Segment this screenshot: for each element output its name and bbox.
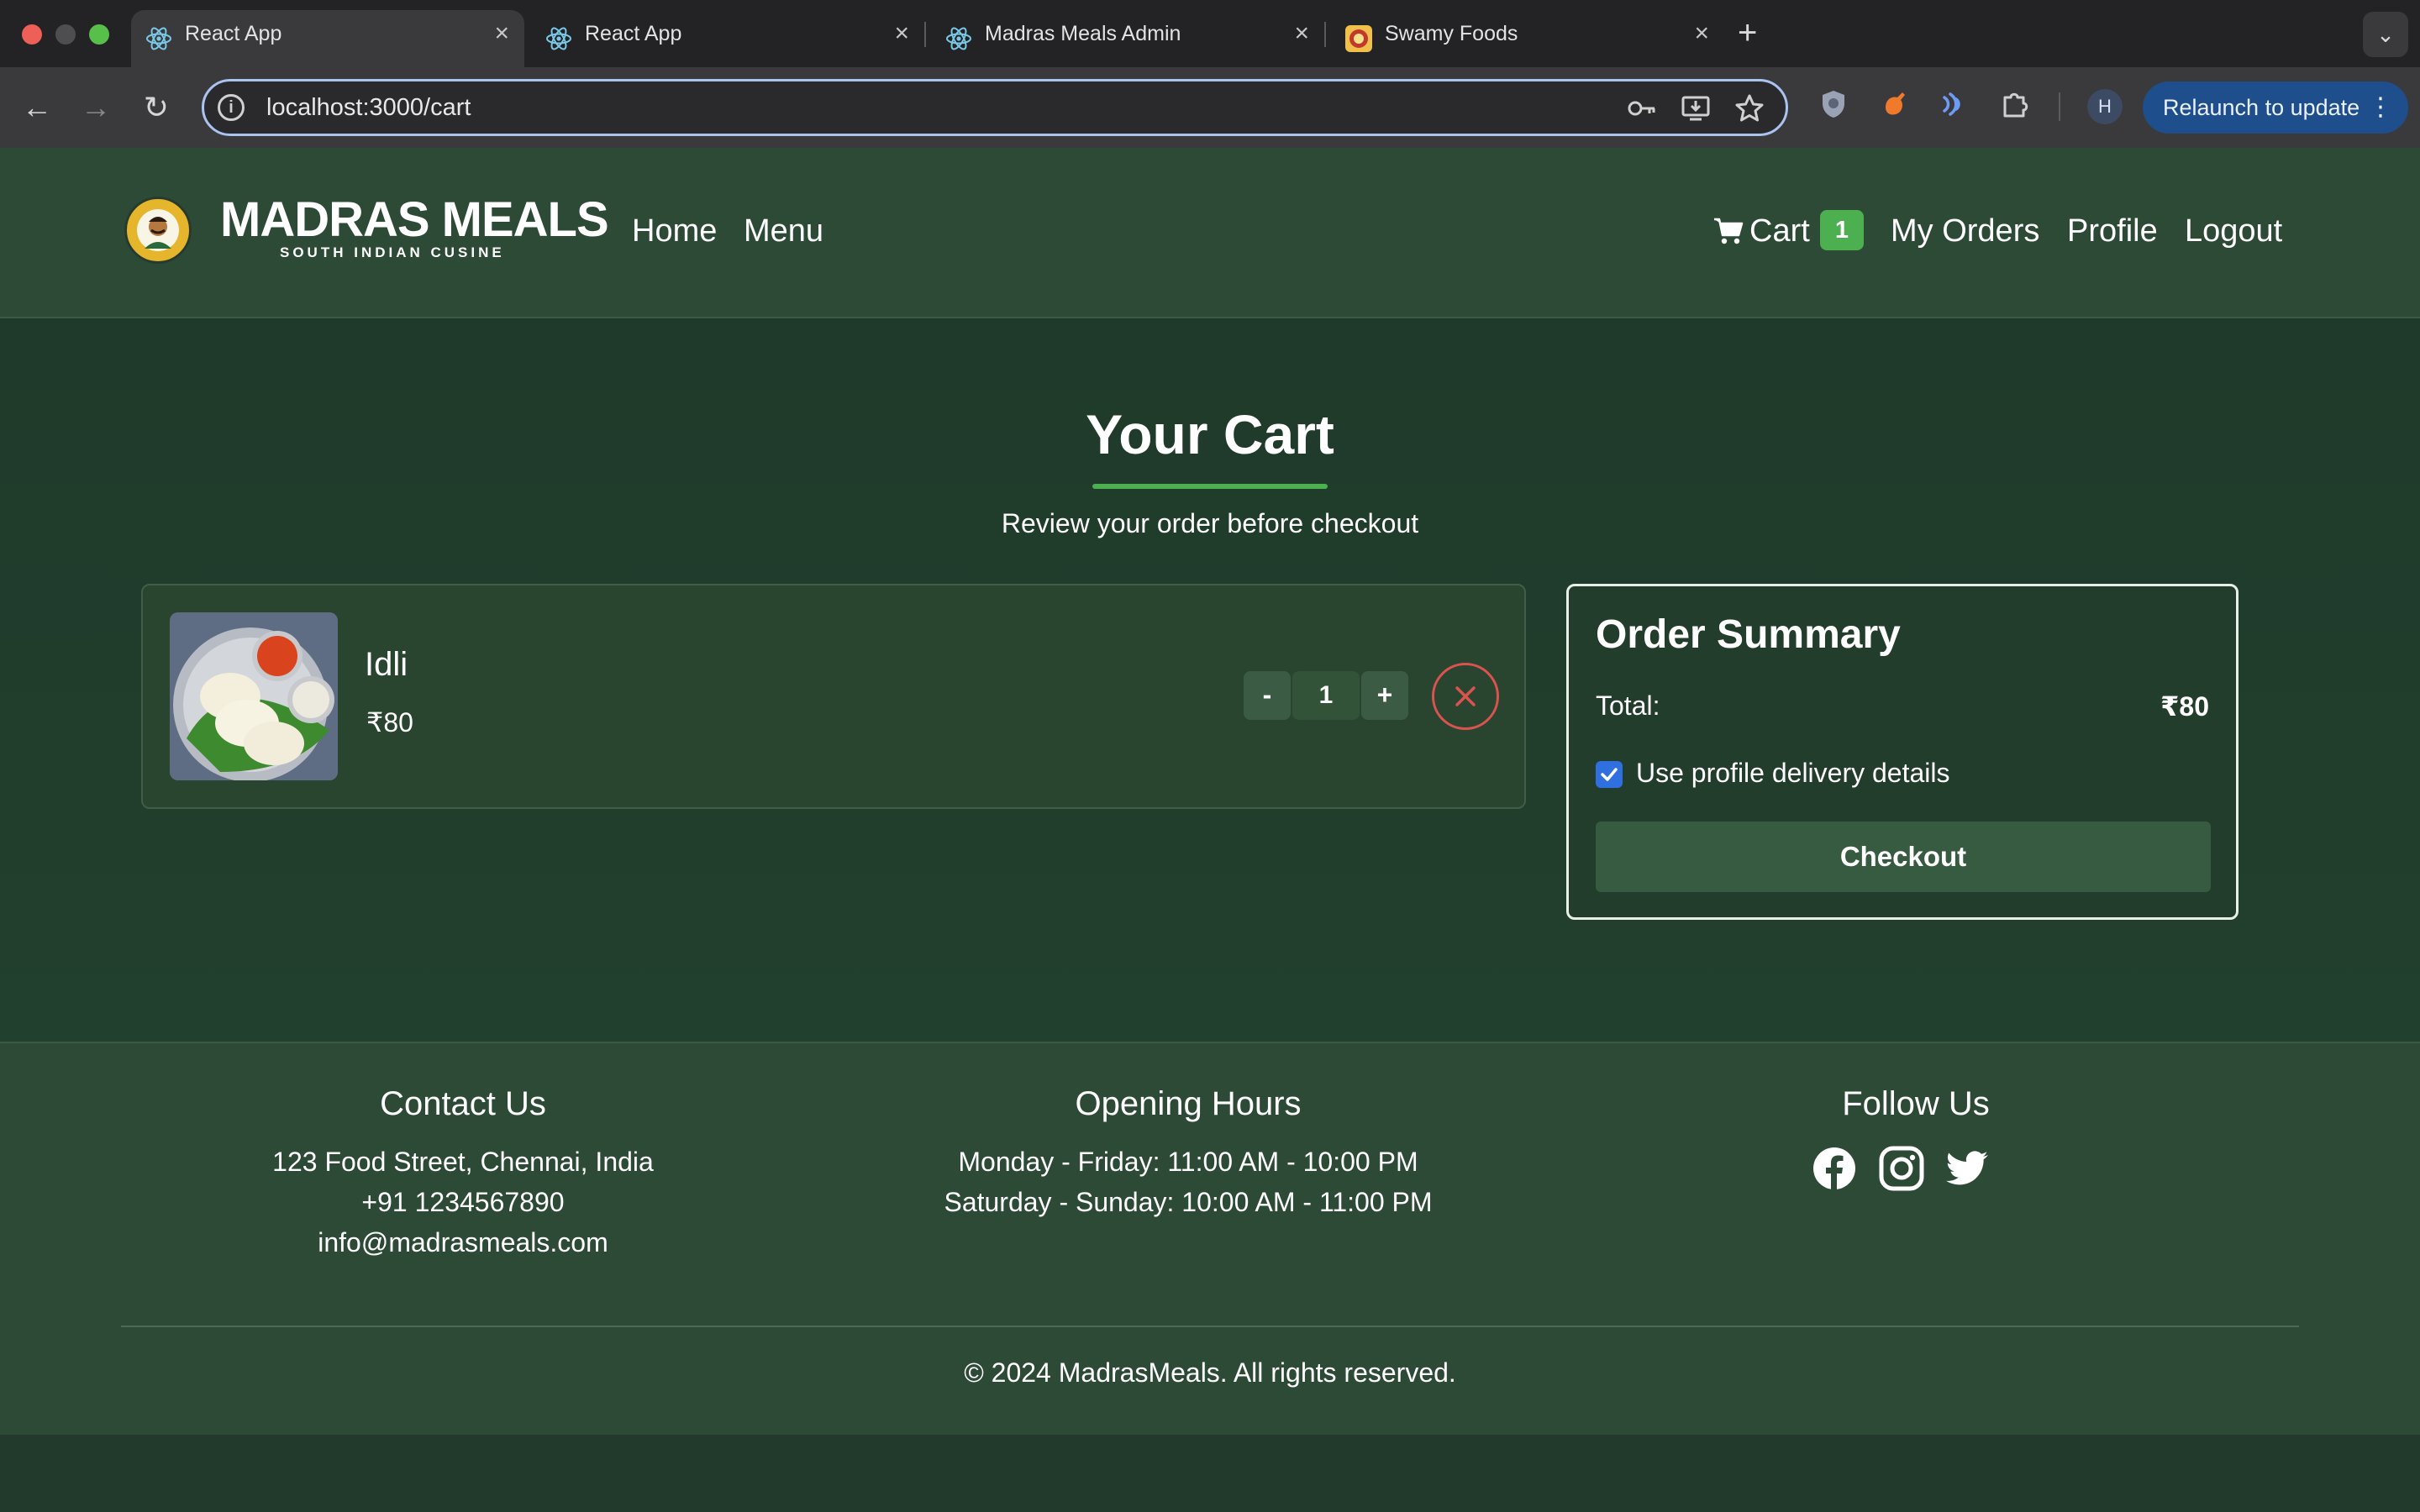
item-image (170, 612, 338, 780)
window-close-button[interactable] (22, 24, 42, 45)
tab-close-icon[interactable]: × (1294, 10, 1309, 57)
footer-follow: Follow Us (1748, 1085, 2084, 1142)
nav-link-logout[interactable]: Logout (2185, 213, 2282, 249)
more-menu-icon[interactable]: ⋮ (2368, 81, 2393, 134)
instagram-icon[interactable] (1879, 1146, 1924, 1191)
address-bar[interactable]: i localhost:3000/cart (202, 79, 1788, 136)
increment-button[interactable]: + (1361, 671, 1408, 720)
browser-tab-madras-meals-admin[interactable]: Madras Meals Admin × (931, 10, 1324, 67)
profile-avatar[interactable]: H (2087, 89, 2123, 124)
close-icon (1455, 686, 1476, 706)
bookmark-star-icon[interactable] (1733, 92, 1765, 124)
footer-heading-follow: Follow Us (1842, 1085, 1990, 1122)
summary-title: Order Summary (1596, 612, 1901, 657)
twitter-icon[interactable] (1946, 1146, 1991, 1191)
logo-title[interactable]: MADRAS MEALS (220, 192, 609, 248)
item-name: Idli (365, 646, 408, 683)
browser-tab-react-app-1[interactable]: React App × (131, 10, 524, 67)
tab-close-icon[interactable]: × (1694, 10, 1709, 57)
footer-heading-contact: Contact Us (380, 1085, 546, 1122)
page-bottom-area (0, 1435, 2420, 1512)
tab-close-icon[interactable]: × (894, 10, 909, 57)
page-subtitle: Review your order before checkout (1001, 508, 1419, 538)
chef-face-icon (145, 217, 171, 249)
order-summary: Order Summary Total: ₹80 Use profile del… (1566, 584, 2238, 920)
nav-link-home[interactable]: Home (632, 213, 717, 249)
footer-hours-weekday: Monday - Friday: 11:00 AM - 10:00 PM (958, 1147, 1418, 1177)
window-maximize-button[interactable] (89, 24, 109, 45)
quantity-stepper: - 1 + (1244, 671, 1408, 720)
footer-phone: +91 1234567890 (361, 1187, 565, 1217)
tab-title: React App (585, 22, 682, 45)
total-value: ₹80 (2160, 691, 2209, 722)
title-underline (1092, 484, 1328, 489)
idli-plate-image (170, 612, 338, 780)
site-footer: Contact Us 123 Food Street, Chennai, Ind… (0, 1042, 2420, 1435)
reload-button[interactable]: ↻ (134, 86, 178, 129)
shield-extension-icon[interactable] (1817, 87, 1850, 121)
back-button[interactable]: ← (15, 86, 59, 129)
swamy-foods-favicon (1345, 25, 1372, 52)
item-price: ₹80 (366, 707, 413, 738)
toolbar-separator (2059, 92, 2060, 121)
browser-tab-strip: React App × React App × Madras Meals Adm… (0, 0, 2420, 67)
tab-title: Madras Meals Admin (985, 22, 1181, 45)
total-label: Total: (1596, 690, 1660, 721)
tab-title: Swamy Foods (1385, 22, 1518, 45)
browser-tab-swamy-foods[interactable]: Swamy Foods × (1331, 10, 1724, 67)
use-profile-label[interactable]: Use profile delivery details (1636, 758, 1950, 789)
relaunch-label: Relaunch to update (2163, 95, 2360, 120)
extensions-puzzle-icon[interactable] (1998, 87, 2032, 121)
tab-search-button[interactable]: ⌄ (2363, 12, 2408, 57)
footer-hours-weekend: Saturday - Sunday: 10:00 AM - 11:00 PM (944, 1187, 1433, 1217)
url-text[interactable]: localhost:3000/cart (266, 81, 471, 134)
window-minimize-button[interactable] (55, 24, 76, 45)
cart-icon[interactable] (1712, 215, 1744, 247)
cart-main: Your Cart Review your order before check… (0, 318, 2420, 1042)
copyright: © 2024 MadrasMeals. All rights reserved. (964, 1357, 1456, 1388)
tab-title: React App (185, 22, 282, 45)
footer-heading-hours: Opening Hours (1075, 1085, 1302, 1122)
react-icon (546, 27, 571, 50)
new-tab-button[interactable]: + (1738, 12, 1757, 54)
tab-separator (924, 22, 926, 47)
nav-link-menu[interactable]: Menu (744, 213, 823, 249)
react-icon (146, 27, 171, 50)
nav-link-my-orders[interactable]: My Orders (1891, 213, 2039, 249)
footer-hours: Opening Hours Monday - Friday: 11:00 AM … (894, 1085, 1482, 1222)
checkmark-icon (1601, 768, 1618, 781)
use-profile-checkbox[interactable] (1596, 761, 1623, 788)
nav-link-cart[interactable]: Cart (1749, 213, 1810, 249)
relaunch-to-update-button[interactable]: Relaunch to update ⋮ (2143, 81, 2408, 134)
footer-contact: Contact Us 123 Food Street, Chennai, Ind… (211, 1085, 715, 1263)
logo-badge-icon[interactable] (124, 197, 192, 264)
read-aloud-icon[interactable] (1938, 87, 1971, 121)
checkout-button[interactable]: Checkout (1596, 822, 2211, 892)
cart-item: Idli ₹80 - 1 + (141, 584, 1526, 809)
hand-extension-icon[interactable] (1877, 87, 1911, 121)
forward-button[interactable]: → (74, 86, 118, 129)
install-app-icon[interactable] (1680, 92, 1712, 124)
decrement-button[interactable]: - (1244, 671, 1291, 720)
password-key-icon[interactable] (1626, 92, 1658, 124)
facebook-icon[interactable] (1812, 1146, 1857, 1191)
react-icon (946, 27, 971, 50)
page-title: Your Cart (1086, 403, 1334, 465)
cart-count-badge[interactable]: 1 (1820, 210, 1864, 250)
site-header: MADRAS MEALS SOUTH INDIAN CUSINE Home Me… (0, 148, 2420, 318)
footer-divider (121, 1326, 2299, 1327)
footer-email[interactable]: info@madrasmeals.com (211, 1222, 715, 1263)
browser-toolbar: ← → ↻ i localhost:3000/cart (0, 67, 2420, 148)
tab-close-icon[interactable]: × (494, 10, 509, 57)
logo-subtitle: SOUTH INDIAN CUSINE (280, 244, 505, 260)
remove-item-button[interactable] (1432, 663, 1499, 730)
footer-address: 123 Food Street, Chennai, India (272, 1147, 654, 1177)
tab-separator (1324, 22, 1326, 47)
nav-link-profile[interactable]: Profile (2067, 213, 2158, 249)
site-info-icon[interactable]: i (218, 94, 245, 121)
browser-tab-react-app-2[interactable]: React App × (531, 10, 924, 67)
quantity-value: 1 (1292, 671, 1360, 720)
